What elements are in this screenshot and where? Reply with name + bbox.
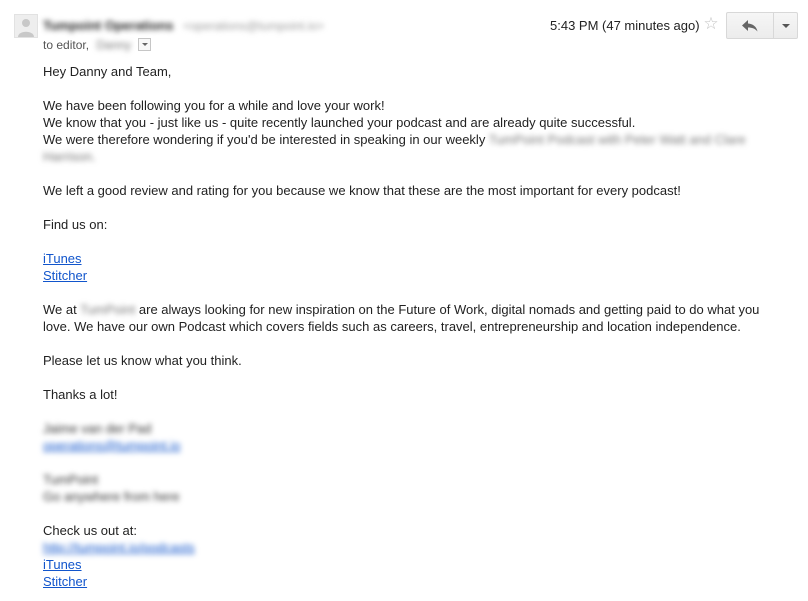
body-text: We at [43, 302, 77, 317]
about-line: We at TumPoint are always looking for ne… [43, 301, 783, 318]
sender-email: <operations@tumpoint.io> [183, 19, 325, 33]
itunes-link[interactable]: iTunes [43, 557, 82, 572]
redacted-company-name: TumPoint [80, 302, 136, 317]
body-line: Harrison. [43, 148, 783, 165]
person-icon [18, 19, 34, 37]
redacted-tagline: Go anywhere from here [43, 489, 180, 504]
to-recipient: Danny [96, 38, 132, 52]
message-header: Tumpoint Operations <operations@tumpoint… [0, 0, 808, 60]
redacted-podcast-hosts: Harrison. [43, 149, 96, 164]
redacted-signature-name: Jaime van der Pad [43, 421, 152, 436]
redacted-company: TumPoint [43, 472, 99, 487]
redacted-signature-email-link[interactable]: operations@tumpoint.io [43, 438, 181, 453]
find-us-label: Find us on: [43, 217, 108, 232]
redacted-podcast-name: TumPoint Podcast with Peter Watt and Cla… [488, 132, 746, 147]
message-actions [726, 12, 798, 39]
signature-name: Jaime van der Pad [43, 420, 783, 437]
body-line: We know that you - just like us - quite … [43, 115, 636, 130]
review-line: We left a good review and rating for you… [43, 183, 681, 198]
signature-email: operations@tumpoint.io [43, 437, 783, 454]
recipients-line: to editor, Danny [43, 38, 152, 54]
itunes-link[interactable]: iTunes [43, 251, 82, 266]
reply-button[interactable] [727, 13, 774, 38]
body-line: We were therefore wondering if you'd be … [43, 131, 783, 148]
signature-company: TumPoint [43, 471, 783, 488]
thanks-line: Thanks a lot! [43, 387, 118, 402]
link-line: Stitcher [43, 267, 783, 284]
about-line: love. We have our own Podcast which cove… [43, 319, 741, 334]
link-line: http://tumpoint.io/podcasts [43, 539, 783, 556]
body-line: We have been following you for a while a… [43, 98, 385, 113]
body-text: are always looking for new inspiration o… [138, 302, 760, 317]
stitcher-link[interactable]: Stitcher [43, 268, 87, 283]
message-body: Hey Danny and Team, We have been followi… [43, 63, 783, 590]
greeting: Hey Danny and Team, [43, 64, 172, 79]
reply-icon [742, 19, 758, 31]
sender-line: Tumpoint Operations <operations@tumpoint… [43, 18, 324, 34]
stitcher-link[interactable]: Stitcher [43, 574, 87, 589]
show-details-toggle[interactable] [138, 38, 152, 51]
sender-avatar[interactable] [14, 14, 38, 38]
chevron-down-icon [781, 23, 790, 28]
check-out-label: Check us out at: [43, 523, 137, 538]
to-label: to editor, [43, 38, 90, 52]
signature-tagline: Go anywhere from here [43, 488, 783, 505]
redacted-website-link[interactable]: http://tumpoint.io/podcasts [43, 540, 195, 555]
more-options-button[interactable] [774, 13, 797, 38]
link-line: iTunes [43, 250, 783, 267]
body-text: We were therefore wondering if you'd be … [43, 132, 486, 147]
message-timestamp: 5:43 PM (47 minutes ago) [550, 18, 700, 33]
link-line: iTunes [43, 556, 783, 573]
star-icon[interactable]: ☆ [702, 15, 720, 33]
request-line: Please let us know what you think. [43, 353, 242, 368]
link-line: Stitcher [43, 573, 783, 590]
sender-name[interactable]: Tumpoint Operations [43, 18, 173, 33]
